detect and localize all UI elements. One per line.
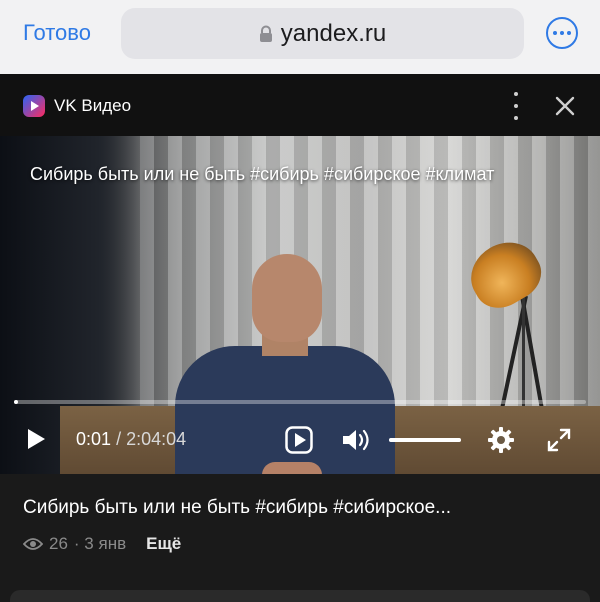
close-icon[interactable]: [553, 94, 577, 118]
time-display: 0:01 / 2:04:04: [76, 429, 186, 450]
speaker-hands: [262, 462, 322, 474]
progress-bar[interactable]: [14, 400, 586, 404]
video-meta: 26 · 3 янв Ещё: [23, 534, 181, 554]
view-count: 26: [49, 534, 68, 553]
address-bar[interactable]: yandex.ru: [121, 8, 524, 59]
speaker-body: [175, 346, 395, 474]
publish-date: · 3 янв: [73, 534, 127, 553]
eye-icon: [23, 538, 43, 550]
fullscreen-icon[interactable]: [547, 428, 571, 452]
speaker-head: [252, 254, 322, 342]
video-title[interactable]: Сибирь быть или не быть #сибирь #сибирск…: [23, 497, 451, 519]
video-caption: Сибирь быть или не быть #сибирь #сибирск…: [30, 164, 495, 184]
sheet-header: VK Видео: [0, 74, 600, 136]
volume-fill: [389, 438, 461, 442]
done-button[interactable]: Готово: [23, 20, 91, 46]
more-link[interactable]: Ещё: [146, 534, 181, 554]
video-player[interactable]: Сибирь быть или не быть #сибирь #сибирск…: [0, 136, 600, 474]
vk-video-logo-icon: [23, 95, 45, 117]
volume-slider[interactable]: [389, 438, 461, 442]
current-time: 0:01: [76, 429, 112, 449]
browser-toolbar: Готово yandex.ru: [0, 0, 600, 74]
app-title: VK Видео: [54, 96, 132, 115]
progress-fill: [14, 400, 18, 404]
video-sheet: VK Видео Сибирь быть или не быть #сибирь…: [0, 74, 600, 602]
url-text: yandex.ru: [280, 19, 387, 47]
duration: / 2:04:04: [116, 429, 187, 449]
gear-icon[interactable]: [487, 426, 515, 454]
more-options-icon[interactable]: [546, 17, 578, 49]
lock-icon: [259, 25, 272, 42]
vk-play-icon[interactable]: [285, 426, 313, 454]
volume-icon[interactable]: [342, 429, 372, 451]
play-icon[interactable]: [26, 428, 46, 450]
kebab-menu-icon[interactable]: [510, 92, 522, 120]
next-card: [10, 590, 590, 602]
